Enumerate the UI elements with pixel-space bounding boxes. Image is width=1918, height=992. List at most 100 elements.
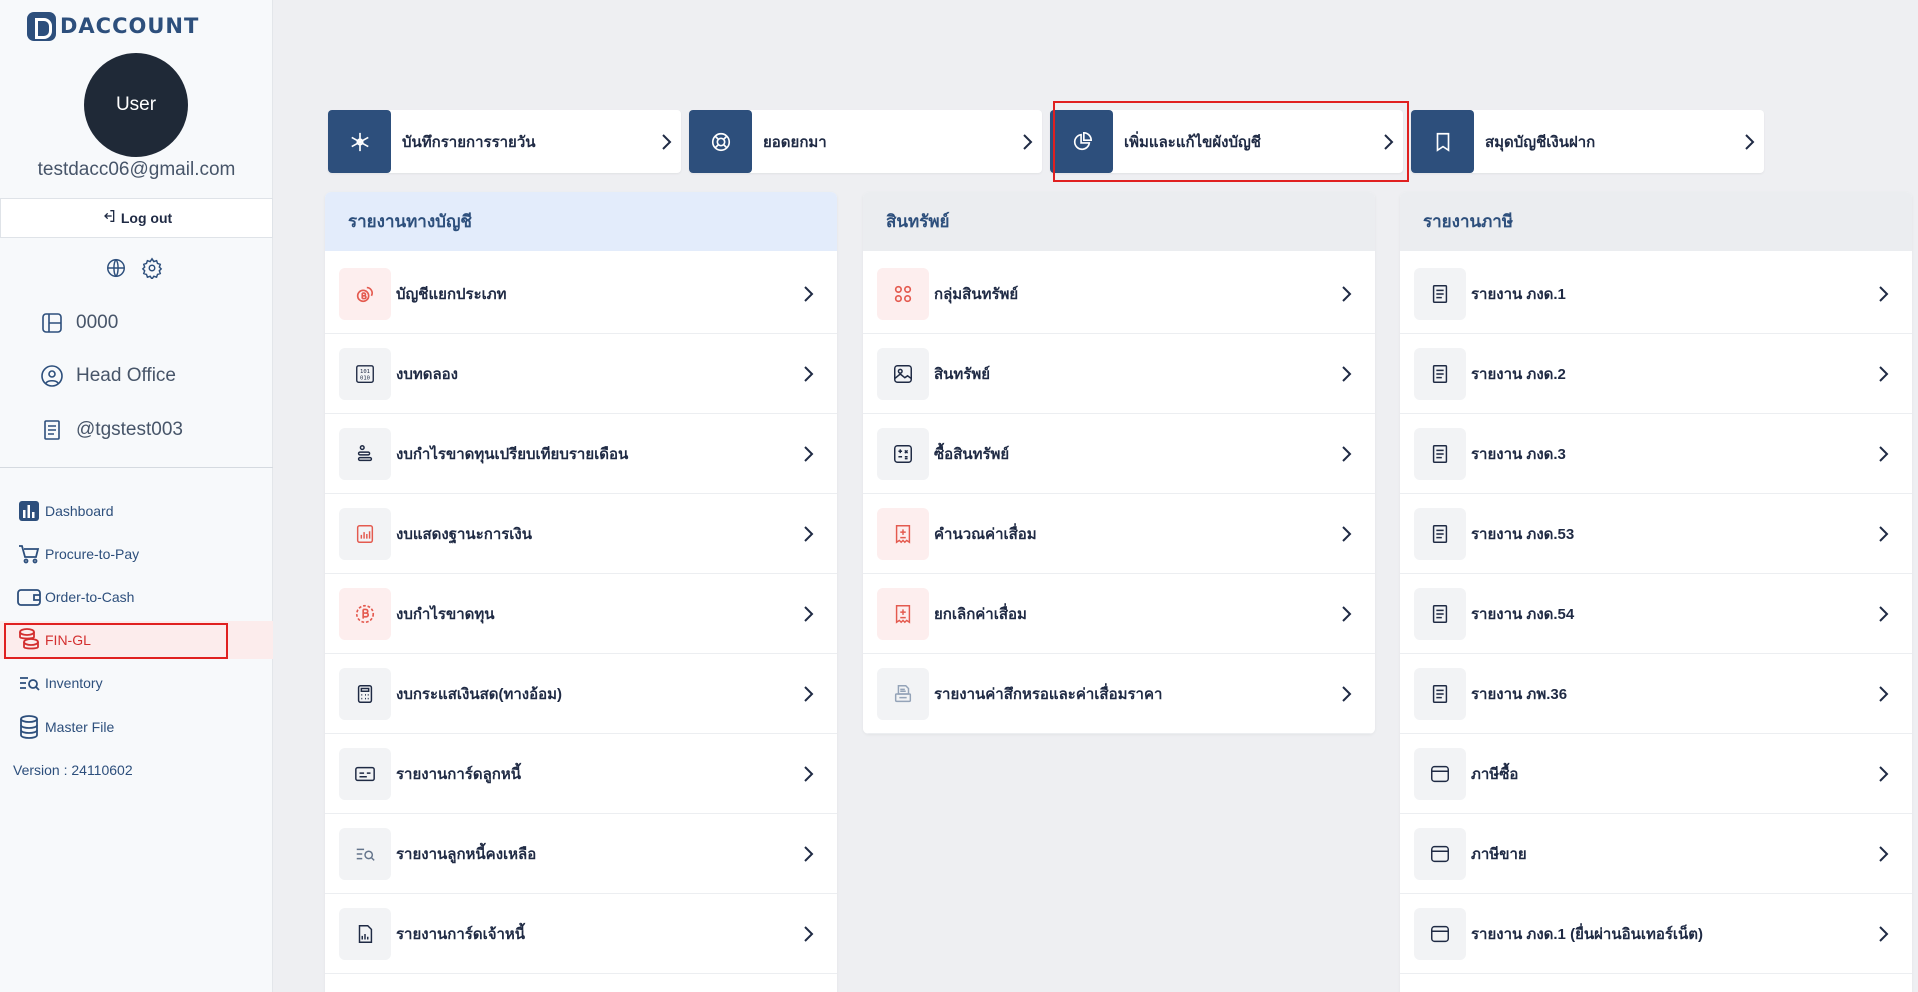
list-item[interactable]: ซื้อสินทรัพย์ <box>863 414 1375 494</box>
nav-item-dashboard[interactable]: Dashboard <box>0 492 273 530</box>
list-search-icon <box>16 670 42 696</box>
chevron-right-icon <box>1870 284 1898 304</box>
compass-icon <box>689 110 752 173</box>
list-item[interactable]: กลุ่มสินทรัพย์ <box>863 254 1375 334</box>
app-logo[interactable]: DACCOUNT <box>27 11 200 41</box>
list-item[interactable]: รายงานการ์ดลูกหนี้ <box>325 734 837 814</box>
nav-item-master-file[interactable]: Master File <box>0 708 273 746</box>
sidebar: DACCOUNT User testdacc06@gmail.com Log o… <box>0 0 273 992</box>
list-item[interactable]: งบแสดงฐานะการเงิน <box>325 494 837 574</box>
list-item[interactable]: รายงาน ภงด.2 <box>1400 334 1912 414</box>
receipt-plus-icon <box>877 507 929 560</box>
row-label: กลุ่มสินทรัพย์ <box>934 285 1019 303</box>
org-code[interactable]: 0000 <box>39 310 118 336</box>
list-item[interactable]: รายงานค่าสึกหรอและค่าเสื่อมราคา <box>863 654 1375 734</box>
svg-text:010: 010 <box>360 375 370 381</box>
row-label: รายงาน ภงด.53 <box>1471 525 1575 543</box>
list-item[interactable]: คำนวณค่าเสื่อม <box>863 494 1375 574</box>
row-label: ยกเลิกค่าเสื่อม <box>934 605 1027 623</box>
row-label: งบทดลอง <box>396 365 458 383</box>
nav-item-label: Master File <box>45 719 115 735</box>
row-label: บัญชีแยกประเภท <box>396 285 507 303</box>
globe-icon[interactable] <box>104 256 128 280</box>
list-item[interactable]: รายงาน ภงด.1 <box>1400 254 1912 334</box>
chevron-right-icon <box>795 524 823 544</box>
logout-button[interactable]: Log out <box>0 198 273 238</box>
list-item[interactable]: งบกำไรขาดทุน <box>325 574 837 654</box>
nav-item-label: Procure-to-Pay <box>45 546 140 562</box>
list-item[interactable]: ภาษีขาย <box>1400 814 1912 894</box>
database-icon <box>16 714 42 740</box>
document-icon <box>1414 347 1466 400</box>
list-item[interactable]: งบกระแสเงินสด(ทางอ้อม) <box>325 654 837 734</box>
list-item[interactable] <box>1400 974 1912 992</box>
row-label: ภาษีซื้อ <box>1471 765 1519 783</box>
nav-item-order-to-cash[interactable]: Order-to-Cash <box>0 578 273 616</box>
snowflake-icon <box>328 110 391 173</box>
avatar[interactable]: User <box>84 53 188 157</box>
list-item[interactable]: สินทรัพย์ <box>863 334 1375 414</box>
shortcut-bank-book[interactable]: สมุดบัญชีเงินฝาก <box>1411 110 1764 173</box>
list-item[interactable]: ภาษีซื้อ <box>1400 734 1912 814</box>
chevron-right-icon <box>1870 684 1898 704</box>
shortcut-label: บันทึกรายการรายวัน <box>402 133 536 151</box>
nav-item-fin-gl[interactable]: FIN-GL <box>0 621 273 659</box>
row-label: คำนวณค่าเสื่อม <box>934 525 1037 543</box>
row-label: งบกระแสเงินสด(ทางอ้อม) <box>396 685 562 703</box>
org-code-label: 0000 <box>76 312 119 333</box>
shortcut-opening-balance[interactable]: ยอดยกมา <box>689 110 1042 173</box>
nav-item-procure-to-pay[interactable]: Procure-to-Pay <box>0 535 273 573</box>
calculator-icon <box>339 667 391 720</box>
chevron-right-icon <box>1014 132 1042 152</box>
org-account[interactable]: @tgstest003 <box>39 417 183 443</box>
bar-chart-icon <box>16 498 42 524</box>
gear-icon[interactable] <box>140 256 164 280</box>
row-label: รายงาน ภงด.54 <box>1471 605 1575 623</box>
list-item[interactable] <box>325 974 837 992</box>
window-icon <box>1414 747 1466 800</box>
shortcut-label: สมุดบัญชีเงินฝาก <box>1485 133 1596 151</box>
logo-text: DACCOUNT <box>60 14 200 38</box>
org-branch-label: Head Office <box>76 365 176 386</box>
chevron-right-icon <box>795 604 823 624</box>
document-icon <box>1414 267 1466 320</box>
row-label: สินทรัพย์ <box>934 365 991 383</box>
chevron-right-icon <box>1333 604 1361 624</box>
svg-text:101: 101 <box>360 369 370 375</box>
chevron-right-icon <box>1870 764 1898 784</box>
row-label: รายงาน ภงด.1 <box>1471 285 1566 303</box>
chevron-right-icon <box>1333 284 1361 304</box>
row-label: ซื้อสินทรัพย์ <box>934 445 1010 463</box>
shortcut-journal[interactable]: บันทึกรายการรายวัน <box>328 110 681 173</box>
list-item[interactable]: รายงาน ภงด.1 (ยื่นผ่านอินเทอร์เน็ต) <box>1400 894 1912 974</box>
layout-icon <box>39 310 65 336</box>
list-item[interactable]: ยกเลิกค่าเสื่อม <box>863 574 1375 654</box>
chevron-right-icon <box>1870 524 1898 544</box>
nav-item-inventory[interactable]: Inventory <box>0 664 273 702</box>
org-branch[interactable]: Head Office <box>39 363 176 389</box>
report-chart-icon <box>339 507 391 560</box>
nav-item-label: Dashboard <box>45 503 114 519</box>
list-item[interactable]: รายงานการ์ดเจ้าหนี้ <box>325 894 837 974</box>
list-item[interactable]: รายงานลูกหนี้คงเหลือ <box>325 814 837 894</box>
row-label: งบกำไรขาดทุน <box>396 605 495 623</box>
chevron-right-icon <box>1333 364 1361 384</box>
chevron-right-icon <box>1333 524 1361 544</box>
list-item[interactable]: รายงาน ภงด.54 <box>1400 574 1912 654</box>
row-label: รายงานลูกหนี้คงเหลือ <box>396 845 537 863</box>
org-account-label: @tgstest003 <box>76 419 183 440</box>
row-label: รายงานการ์ดลูกหนี้ <box>396 765 521 783</box>
logo-mark-icon <box>27 11 56 41</box>
list-item[interactable]: รายงาน ภพ.36 <box>1400 654 1912 734</box>
card-icon <box>339 747 391 800</box>
list-item[interactable]: งบกำไรขาดทุนเปรียบเทียบรายเดือน <box>325 414 837 494</box>
list-item[interactable]: บัญชีแยกประเภท <box>325 254 837 334</box>
list-item[interactable]: รายงาน ภงด.3 <box>1400 414 1912 494</box>
row-label: งบแสดงฐานะการเงิน <box>396 525 533 543</box>
tax-reports-panel: รายงานภาษี รายงาน ภงด.1 รายงาน ภงด.2 ราย… <box>1400 192 1912 992</box>
row-label: รายงาน ภงด.2 <box>1471 365 1566 383</box>
panel-title: สินทรัพย์ <box>863 192 1375 251</box>
list-item[interactable]: รายงาน ภงด.53 <box>1400 494 1912 574</box>
printer-icon <box>877 667 929 720</box>
list-item[interactable]: 101 010 งบทดลอง <box>325 334 837 414</box>
